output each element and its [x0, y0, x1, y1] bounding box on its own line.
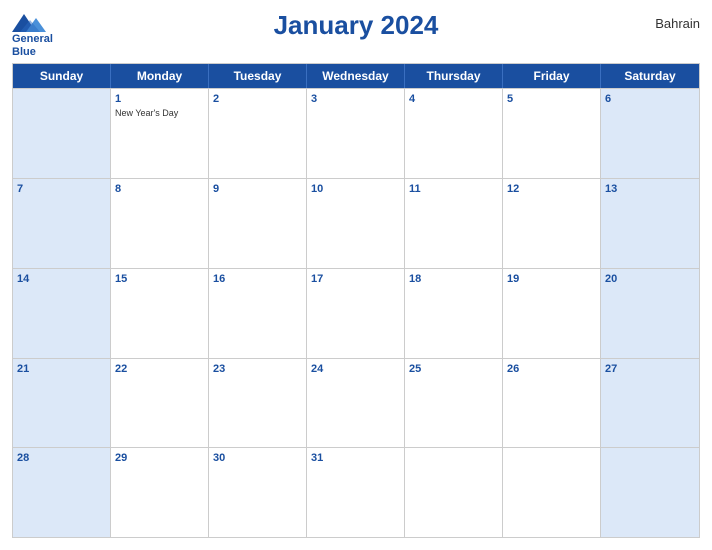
day-cell-3-3: 16: [209, 269, 307, 358]
day-cell-5-7: [601, 448, 699, 537]
day-number: 25: [409, 362, 498, 376]
day-number: 17: [311, 272, 400, 286]
day-cell-4-7: 27: [601, 359, 699, 448]
day-cell-1-4: 3: [307, 89, 405, 178]
day-number: 12: [507, 182, 596, 196]
calendar-page: General Blue January 2024 Bahrain Sunday…: [0, 0, 712, 550]
day-number: 26: [507, 362, 596, 376]
day-number: 10: [311, 182, 400, 196]
day-number: 18: [409, 272, 498, 286]
header-monday: Monday: [111, 64, 209, 88]
day-number: 19: [507, 272, 596, 286]
day-number: 14: [17, 272, 106, 286]
day-number: 30: [213, 451, 302, 465]
day-number: 16: [213, 272, 302, 286]
header-tuesday: Tuesday: [209, 64, 307, 88]
day-cell-1-6: 5: [503, 89, 601, 178]
day-cell-2-5: 11: [405, 179, 503, 268]
day-number: 6: [605, 92, 695, 106]
day-number: 13: [605, 182, 695, 196]
logo-icon: [12, 10, 48, 32]
week-row-2: 789 10 11 12 13: [13, 178, 699, 268]
day-number: 29: [115, 451, 204, 465]
country-label: Bahrain: [610, 10, 700, 31]
day-cell-3-6: 19: [503, 269, 601, 358]
logo-text: General Blue: [12, 33, 53, 59]
day-cell-2-4: 10: [307, 179, 405, 268]
page-header: General Blue January 2024 Bahrain: [12, 10, 700, 59]
title-area: January 2024: [102, 10, 610, 41]
day-number: 5: [507, 92, 596, 106]
day-cell-2-3: 9: [209, 179, 307, 268]
day-number: 7: [17, 182, 106, 196]
day-number: 22: [115, 362, 204, 376]
day-cell-5-5: [405, 448, 503, 537]
day-headers: Sunday Monday Tuesday Wednesday Thursday…: [13, 64, 699, 88]
day-cell-4-4: 24: [307, 359, 405, 448]
header-saturday: Saturday: [601, 64, 699, 88]
day-cell-1-7: 6: [601, 89, 699, 178]
day-cell-1-3: 2: [209, 89, 307, 178]
day-number: 21: [17, 362, 106, 376]
day-cell-5-1: 28: [13, 448, 111, 537]
day-cell-2-1: 7: [13, 179, 111, 268]
day-cell-3-7: 20: [601, 269, 699, 358]
day-number: 24: [311, 362, 400, 376]
week-row-5: 28 29 30 31: [13, 447, 699, 537]
day-cell-4-2: 22: [111, 359, 209, 448]
day-cell-5-6: [503, 448, 601, 537]
day-cell-1-1: [13, 89, 111, 178]
day-number: 28: [17, 451, 106, 465]
day-cell-2-2: 8: [111, 179, 209, 268]
week-row-3: 14 15 16 17 18 19 20: [13, 268, 699, 358]
event-label: New Year's Day: [115, 108, 204, 119]
header-friday: Friday: [503, 64, 601, 88]
day-cell-5-4: 31: [307, 448, 405, 537]
day-cell-4-5: 25: [405, 359, 503, 448]
day-cell-4-1: 21: [13, 359, 111, 448]
header-thursday: Thursday: [405, 64, 503, 88]
header-sunday: Sunday: [13, 64, 111, 88]
calendar-title: January 2024: [102, 10, 610, 41]
day-number: 20: [605, 272, 695, 286]
day-number: 4: [409, 92, 498, 106]
week-row-1: 1 New Year's Day 23456: [13, 88, 699, 178]
calendar: Sunday Monday Tuesday Wednesday Thursday…: [12, 63, 700, 538]
day-cell-3-2: 15: [111, 269, 209, 358]
week-row-4: 21 22 23 24 25 26 27: [13, 358, 699, 448]
day-number: 9: [213, 182, 302, 196]
day-number: 27: [605, 362, 695, 376]
day-cell-3-5: 18: [405, 269, 503, 358]
day-cell-1-2: 1 New Year's Day: [111, 89, 209, 178]
day-cell-2-7: 13: [601, 179, 699, 268]
day-number: 11: [409, 182, 498, 196]
day-cell-3-4: 17: [307, 269, 405, 358]
day-number: 23: [213, 362, 302, 376]
day-number: 2: [213, 92, 302, 106]
day-cell-4-3: 23: [209, 359, 307, 448]
day-cell-5-3: 30: [209, 448, 307, 537]
day-cell-2-6: 12: [503, 179, 601, 268]
day-number: 8: [115, 182, 204, 196]
header-wednesday: Wednesday: [307, 64, 405, 88]
day-cell-5-2: 29: [111, 448, 209, 537]
calendar-body: 1New Year's Day2345678910111213141516171…: [13, 88, 699, 537]
day-number: 3: [311, 92, 400, 106]
day-cell-1-5: 4: [405, 89, 503, 178]
day-cell-3-1: 14: [13, 269, 111, 358]
day-number: 1: [115, 92, 204, 106]
day-number: 15: [115, 272, 204, 286]
logo-area: General Blue: [12, 10, 102, 59]
day-number: 31: [311, 451, 400, 465]
day-cell-4-6: 26: [503, 359, 601, 448]
